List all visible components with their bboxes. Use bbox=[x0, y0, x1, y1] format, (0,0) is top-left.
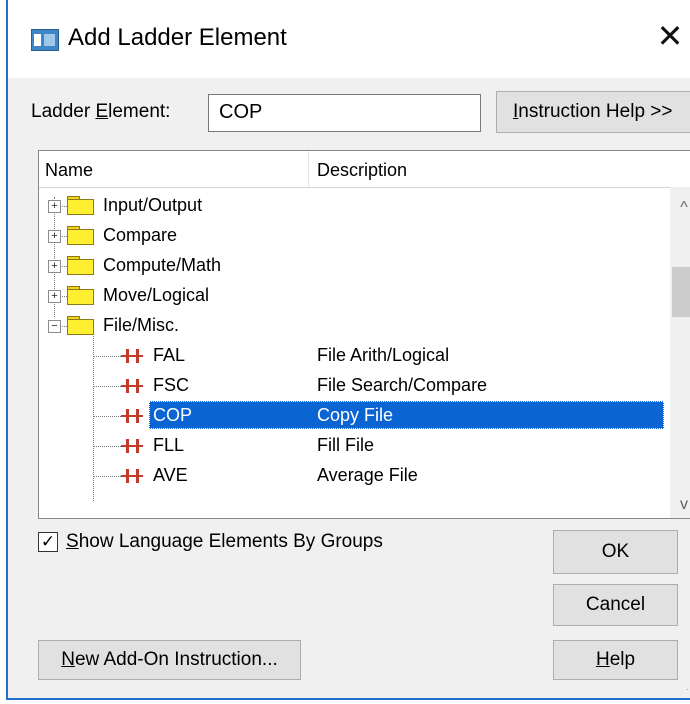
instruction-description: Average File bbox=[317, 465, 418, 485]
ok-button[interactable]: OK bbox=[553, 530, 678, 574]
instruction-description: File Arith/Logical bbox=[317, 345, 450, 365]
instruction-row-fal[interactable]: FAL File Arith/Logical bbox=[39, 341, 663, 371]
folder-icon bbox=[67, 286, 94, 305]
column-header-description[interactable]: Description bbox=[317, 160, 407, 181]
instruction-description: Fill File bbox=[317, 435, 374, 455]
instruction-name: FLL bbox=[153, 435, 185, 455]
tree-node-label: Input/Output bbox=[103, 195, 203, 215]
add-ladder-element-dialog: Add Ladder Element ✕ Ladder Element: COP… bbox=[6, 0, 690, 700]
scrollbar-thumb[interactable] bbox=[672, 267, 690, 317]
ladder-rung-icon bbox=[121, 349, 143, 363]
dialog-title: Add Ladder Element bbox=[68, 24, 287, 51]
ladder-rung-icon bbox=[121, 469, 143, 483]
close-icon[interactable]: ✕ bbox=[650, 16, 690, 56]
tree-connector bbox=[60, 266, 67, 267]
tree-connector bbox=[60, 296, 67, 297]
tree-node-label: Compare bbox=[103, 225, 178, 245]
list-header: Name Description bbox=[39, 151, 690, 188]
instruction-help-button[interactable]: Instruction Help >> bbox=[496, 91, 690, 133]
tree-node-label: Compute/Math bbox=[103, 255, 222, 275]
instruction-name: FSC bbox=[153, 375, 189, 395]
instruction-name: COP bbox=[153, 405, 193, 425]
tree-connector bbox=[94, 356, 121, 357]
tree-connector bbox=[94, 476, 121, 477]
ladder-element-input[interactable]: COP bbox=[208, 94, 481, 132]
instruction-name: AVE bbox=[153, 465, 188, 485]
folder-icon bbox=[67, 256, 94, 275]
folder-icon bbox=[67, 196, 94, 215]
tree-node-input-output[interactable]: + Input/Output bbox=[39, 191, 663, 221]
tree-connector bbox=[60, 206, 67, 207]
ladder-element-label: Ladder Element: bbox=[31, 101, 171, 122]
tree-connector bbox=[94, 416, 121, 417]
open-folder-icon bbox=[67, 316, 94, 335]
instruction-description: Copy File bbox=[317, 405, 394, 425]
new-add-on-instruction-button[interactable]: New Add-On Instruction... bbox=[38, 640, 301, 680]
column-divider[interactable] bbox=[308, 151, 309, 187]
show-groups-label[interactable]: Show Language Elements By Groups bbox=[66, 531, 383, 553]
cancel-button[interactable]: Cancel bbox=[553, 584, 678, 626]
tree-node-label: Move/Logical bbox=[103, 285, 210, 305]
resize-grip-icon[interactable]: ⋰ bbox=[686, 681, 690, 692]
tree-connector bbox=[60, 326, 67, 327]
folder-icon bbox=[67, 226, 94, 245]
scroll-up-icon[interactable]: ^ bbox=[670, 195, 690, 221]
instruction-name: FAL bbox=[153, 345, 186, 365]
ladder-rung-icon bbox=[121, 409, 143, 423]
instruction-list[interactable]: Name Description + Input/Output + Compar… bbox=[38, 150, 690, 519]
tree-node-move-logical[interactable]: + Move/Logical bbox=[39, 281, 663, 311]
instruction-row-ave[interactable]: AVE Average File bbox=[39, 461, 663, 491]
tree-node-label: File/Misc. bbox=[103, 315, 179, 335]
scroll-down-icon[interactable]: v bbox=[670, 492, 690, 518]
tree-connector bbox=[94, 386, 121, 387]
ladder-rung-icon bbox=[121, 379, 143, 393]
instruction-row-fsc[interactable]: FSC File Search/Compare bbox=[39, 371, 663, 401]
selection-highlight bbox=[149, 401, 664, 429]
tree-node-file-misc[interactable]: − File/Misc. bbox=[39, 311, 663, 341]
column-header-name[interactable]: Name bbox=[45, 160, 93, 181]
instruction-row-cop[interactable]: COP Copy File bbox=[39, 401, 664, 431]
tree-node-compare[interactable]: + Compare bbox=[39, 221, 663, 251]
help-button[interactable]: Help bbox=[553, 640, 678, 680]
tree-connector bbox=[94, 446, 121, 447]
ladder-rung-icon bbox=[121, 439, 143, 453]
tree-node-compute-math[interactable]: + Compute/Math bbox=[39, 251, 663, 281]
instruction-row-fll[interactable]: FLL Fill File bbox=[39, 431, 663, 461]
show-groups-checkbox[interactable]: ✓ bbox=[38, 532, 58, 552]
title-bar[interactable]: Add Ladder Element ✕ bbox=[8, 0, 690, 78]
tree-connector bbox=[60, 236, 67, 237]
vertical-scrollbar[interactable]: ^ v bbox=[670, 187, 690, 518]
instruction-description: File Search/Compare bbox=[317, 375, 488, 395]
window-app-icon bbox=[31, 29, 59, 51]
